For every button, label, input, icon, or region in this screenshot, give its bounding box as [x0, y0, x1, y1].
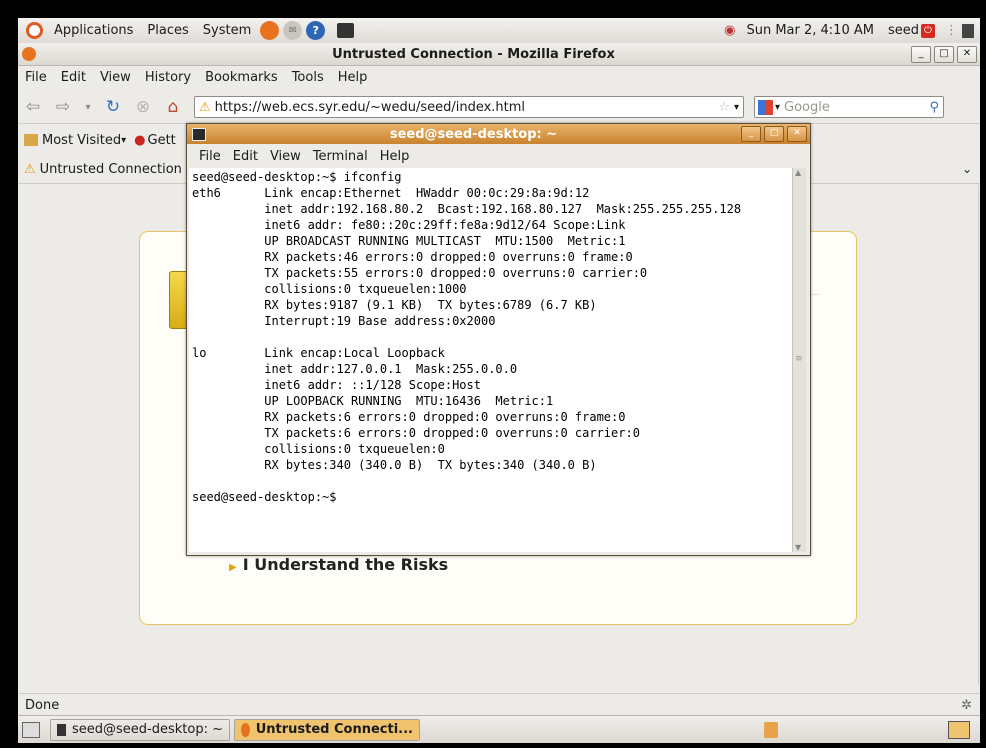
trash-icon[interactable]	[764, 721, 778, 738]
terminal-menu-help[interactable]: Help	[374, 149, 416, 164]
menu-help[interactable]: Help	[331, 70, 375, 85]
terminal-output[interactable]: seed@seed-desktop:~$ ifconfig eth6 Link …	[189, 168, 792, 506]
menu-history[interactable]: History	[138, 70, 198, 85]
search-bar[interactable]: ▾ Google ⚲	[754, 96, 944, 118]
status-bar: Done ✲	[18, 693, 980, 716]
terminal-minimize-button[interactable]: _	[741, 126, 761, 142]
panel-menu-system[interactable]: System	[196, 23, 258, 38]
folder-icon	[24, 134, 38, 146]
warning-icon: ⚠	[24, 161, 36, 177]
warning-icon: ⚠	[199, 99, 211, 115]
scroll-down-icon[interactable]: ▼	[795, 543, 801, 552]
terminal-app-icon	[192, 127, 206, 141]
terminal-launcher-icon[interactable]	[337, 23, 355, 38]
history-dropdown-icon[interactable]: ▾	[82, 96, 94, 118]
taskbar-firefox[interactable]: Untrusted Connecti...	[234, 718, 420, 741]
menu-tools[interactable]: Tools	[285, 70, 331, 85]
bookmark-star-icon[interactable]: ☆	[718, 100, 730, 115]
user-name[interactable]: seed	[881, 23, 921, 38]
terminal-menubar: File Edit View Terminal Help	[187, 145, 810, 167]
terminal-window: seed@seed-desktop: ~ _ □ ✕ File Edit Vie…	[186, 123, 811, 556]
panel-menu-places[interactable]: Places	[140, 23, 195, 38]
firefox-logo-icon	[22, 47, 36, 61]
terminal-screen[interactable]: seed@seed-desktop:~$ ifconfig eth6 Link …	[189, 168, 792, 552]
menu-edit[interactable]: Edit	[54, 70, 93, 85]
url-dropdown-icon[interactable]: ▾	[734, 102, 739, 113]
bookmark-getting-started[interactable]: Gett	[148, 133, 176, 148]
stop-icon[interactable]: ⊗	[132, 96, 154, 118]
clock[interactable]: Sun Mar 2, 4:10 AM	[739, 23, 881, 38]
magnifier-icon[interactable]: ⚲	[929, 100, 939, 115]
power-icon[interactable]: ⏻	[921, 23, 935, 38]
status-bug-icon[interactable]: ✲	[961, 698, 972, 713]
scroll-up-icon[interactable]: ▲	[795, 168, 801, 177]
window-title: Untrusted Connection - Mozilla Firefox	[332, 46, 615, 62]
network-icon[interactable]	[962, 23, 974, 38]
terminal-title: seed@seed-desktop: ~	[389, 126, 558, 142]
volume-icon[interactable]: ◉	[724, 23, 735, 38]
navigation-toolbar: ⇦ ⇨ ▾ ↻ ⊗ ⌂ ⚠ https://web.ecs.syr.edu/~w…	[18, 91, 980, 124]
menu-view[interactable]: View	[93, 70, 138, 85]
firefox-menubar: File Edit View History Bookmarks Tools H…	[18, 66, 980, 88]
scroll-grip-icon[interactable]: ≡	[795, 354, 803, 364]
bottom-panel: seed@seed-desktop: ~ Untrusted Connecti.…	[18, 715, 980, 743]
tab-untrusted-connection[interactable]: Untrusted Connection	[40, 162, 182, 177]
url-text[interactable]: https://web.ecs.syr.edu/~wedu/seed/index…	[215, 100, 719, 115]
terminal-close-button[interactable]: ✕	[787, 126, 807, 142]
status-text: Done	[25, 697, 60, 713]
menu-file[interactable]: File	[18, 70, 54, 85]
reload-icon[interactable]: ↻	[102, 96, 124, 118]
show-desktop-icon[interactable]	[22, 721, 40, 738]
terminal-scrollbar[interactable]: ▲ ≡ ▼	[792, 168, 806, 552]
tab-list-dropdown-icon[interactable]: ⌄	[962, 162, 972, 176]
search-engine-dropdown-icon[interactable]: ▾	[775, 102, 780, 113]
search-input[interactable]: Google	[784, 100, 929, 115]
firefox-launcher-icon[interactable]	[260, 21, 280, 40]
panel-menu-applications[interactable]: Applications	[47, 23, 140, 38]
panel-separator-icon: ⋮	[945, 23, 958, 38]
terminal-icon	[57, 723, 66, 736]
terminal-titlebar[interactable]: seed@seed-desktop: ~ _ □ ✕	[187, 124, 810, 144]
url-bar[interactable]: ⚠ https://web.ecs.syr.edu/~wedu/seed/ind…	[194, 96, 744, 118]
terminal-menu-edit[interactable]: Edit	[227, 149, 264, 164]
bookmark-most-visited[interactable]: Most Visited	[42, 133, 121, 148]
firefox-titlebar[interactable]: Untrusted Connection - Mozilla Firefox _…	[18, 43, 980, 66]
mail-launcher-icon[interactable]: ✉	[283, 21, 303, 40]
workspace-switcher[interactable]	[948, 720, 970, 739]
taskbar-terminal[interactable]: seed@seed-desktop: ~	[50, 718, 230, 741]
taskbar-terminal-label: seed@seed-desktop: ~	[72, 722, 223, 737]
menu-bookmarks[interactable]: Bookmarks	[198, 70, 285, 85]
firefox-icon	[241, 722, 250, 737]
terminal-maximize-button[interactable]: □	[764, 126, 784, 142]
terminal-menu-terminal[interactable]: Terminal	[307, 149, 374, 164]
maximize-button[interactable]: □	[934, 45, 954, 63]
forward-arrow-icon[interactable]: ⇨	[52, 96, 74, 118]
chevron-down-icon[interactable]: ▾	[121, 135, 126, 146]
terminal-menu-file[interactable]: File	[193, 149, 227, 164]
help-launcher-icon[interactable]: ?	[306, 21, 326, 40]
google-engine-icon[interactable]	[758, 99, 773, 115]
top-panel: Applications Places System ✉ ? ◉ Sun Mar…	[18, 18, 980, 44]
bookmark-favicon-icon: ●	[134, 132, 146, 148]
ubuntu-logo-icon[interactable]	[26, 22, 43, 39]
terminal-menu-view[interactable]: View	[264, 149, 307, 164]
back-arrow-icon[interactable]: ⇦	[22, 96, 44, 118]
taskbar-firefox-label: Untrusted Connecti...	[255, 722, 413, 737]
minimize-button[interactable]: _	[911, 45, 931, 63]
home-icon[interactable]: ⌂	[162, 96, 184, 118]
close-button[interactable]: ✕	[957, 45, 977, 63]
